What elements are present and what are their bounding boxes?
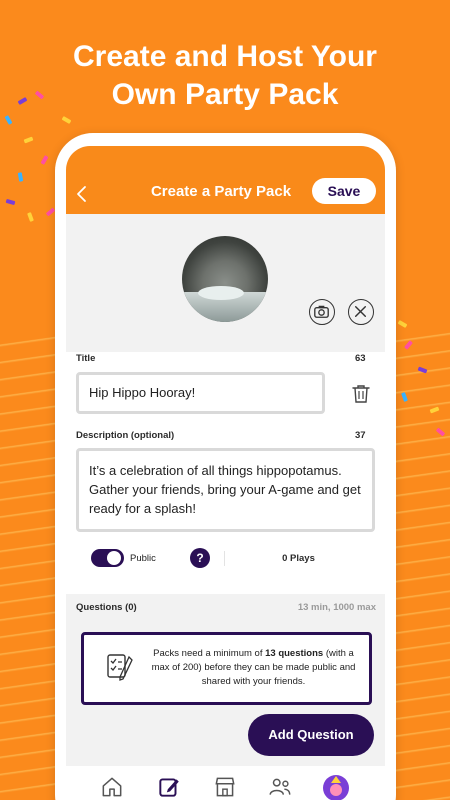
- description-input[interactable]: It’s a celebration of all things hippopo…: [76, 448, 375, 532]
- confetti: [27, 212, 34, 222]
- title-char-counter: 63: [355, 353, 366, 364]
- app-screen: Create a Party Pack Save Title 63 Hip Hi…: [66, 146, 385, 800]
- confetti: [61, 116, 72, 124]
- public-toggle[interactable]: [91, 549, 124, 567]
- save-button[interactable]: Save: [312, 178, 376, 204]
- tab-friends[interactable]: [267, 774, 293, 800]
- confetti: [23, 136, 34, 144]
- confetti: [45, 207, 56, 217]
- description-char-counter: 37: [355, 430, 366, 441]
- headline-line-2: Own Party Pack: [111, 78, 339, 111]
- add-question-button[interactable]: Add Question: [248, 714, 374, 756]
- close-icon: [354, 305, 367, 318]
- app-bar: Create a Party Pack Save: [66, 146, 385, 214]
- toggle-knob: [107, 551, 121, 565]
- camera-button[interactable]: [309, 299, 335, 325]
- notice-text: Packs need a minimum of 13 questions (wi…: [146, 647, 361, 689]
- home-icon: [102, 777, 122, 797]
- avatar-icon: [323, 775, 349, 800]
- hippo-photo-splash: [198, 286, 244, 300]
- tab-home[interactable]: [99, 774, 125, 800]
- questions-label: Questions (0): [76, 602, 137, 613]
- camera-icon: [314, 305, 329, 318]
- confetti: [40, 155, 49, 165]
- confetti: [4, 115, 13, 125]
- back-button[interactable]: [70, 182, 94, 206]
- chevron-left-icon: [77, 186, 86, 202]
- trash-icon: [352, 385, 370, 403]
- promo-headline: Create and Host Your Own Party Pack: [0, 38, 450, 114]
- edit-icon: [159, 778, 179, 797]
- tab-shop[interactable]: [212, 774, 238, 800]
- notice-text-bold: 13 questions: [265, 648, 324, 659]
- title-input[interactable]: Hip Hippo Hooray!: [76, 372, 325, 414]
- page-title: Create a Party Pack: [150, 183, 292, 200]
- title-input-value: Hip Hippo Hooray!: [89, 385, 196, 400]
- tab-create[interactable]: [156, 774, 182, 800]
- questions-meta: 13 min, 1000 max: [297, 602, 376, 613]
- description-input-value: It’s a celebration of all things hippopo…: [89, 463, 361, 516]
- bottom-tab-bar: [66, 766, 385, 800]
- remove-image-button[interactable]: [348, 299, 374, 325]
- title-label: Title: [76, 353, 96, 364]
- divider: [224, 551, 225, 566]
- delete-button[interactable]: [349, 382, 373, 406]
- description-label: Description (optional): [76, 430, 175, 441]
- tab-profile[interactable]: [322, 774, 349, 800]
- notice-text-before: Packs need a minimum of: [153, 648, 266, 659]
- checklist-pen-icon: [107, 654, 133, 681]
- minimum-questions-notice: Packs need a minimum of 13 questions (wi…: [81, 632, 372, 705]
- help-button[interactable]: ?: [190, 548, 210, 568]
- phone-frame: Create a Party Pack Save Title 63 Hip Hi…: [55, 133, 396, 800]
- people-icon: [269, 778, 291, 795]
- confetti: [5, 198, 16, 206]
- confetti: [397, 320, 408, 328]
- headline-line-1: Create and Host Your: [73, 40, 377, 73]
- store-icon: [215, 777, 235, 797]
- cover-image[interactable]: [182, 236, 268, 322]
- public-label: Public: [130, 553, 156, 564]
- plays-count: 0 Plays: [282, 553, 315, 564]
- confetti: [17, 172, 24, 182]
